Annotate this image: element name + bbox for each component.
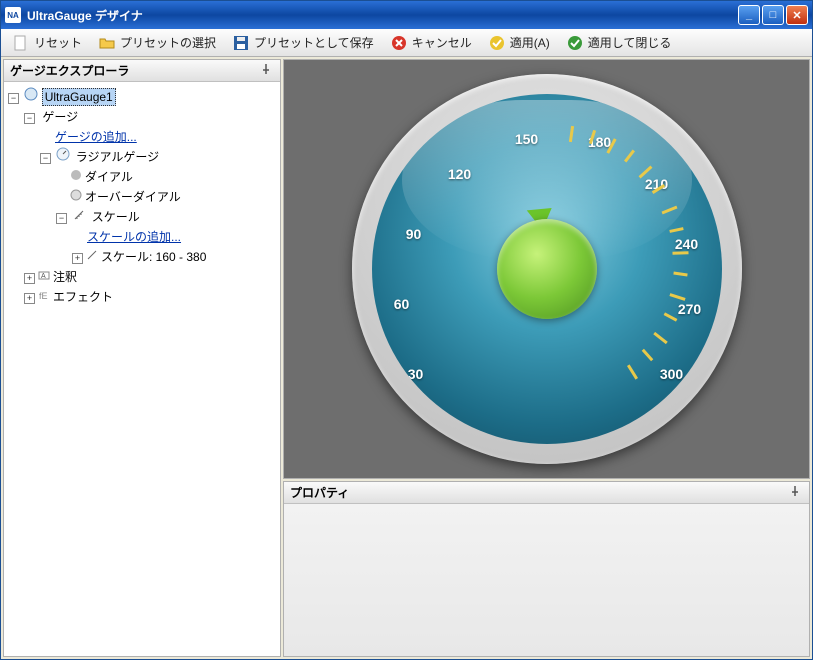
gauge-hub [497,219,597,319]
expander-icon[interactable]: − [24,113,35,124]
expander-icon[interactable]: − [8,93,19,104]
gauge-tick [669,227,683,233]
preset-save-label: プリセットとして保存 [254,34,374,51]
expander-icon[interactable]: + [24,293,35,304]
tree-root[interactable]: UltraGauge1 [42,88,116,106]
tree-annotations[interactable]: 注釈 [51,267,79,286]
maximize-button[interactable]: □ [762,5,784,25]
gauge-explorer-panel: ゲージエクスプローラ − UltraGauge1 − ゲージ [3,59,281,657]
gauge-tick [663,312,677,321]
gauge-label: 90 [406,226,422,242]
folder-open-icon [98,34,116,52]
effect-icon: fE [37,288,51,302]
scale-item-icon [85,248,99,262]
properties-header: プロパティ [284,482,809,504]
properties-title: プロパティ [290,484,349,501]
gauge-tick [626,364,637,379]
reset-label: リセット [34,34,82,51]
pin-icon[interactable] [789,485,803,499]
apply-close-button[interactable]: 適用して閉じる [559,31,679,55]
tree-scale[interactable]: スケール [90,207,142,226]
tree-radial-gauge[interactable]: ラジアルゲージ [74,147,161,166]
svg-text:fE: fE [39,291,48,301]
expander-icon[interactable]: + [24,273,35,284]
svg-text:A: A [41,273,46,280]
gauge-tick [624,150,635,163]
expander-icon[interactable]: − [56,213,67,224]
toolbar: リセット プリセットの選択 プリセットとして保存 キャンセル 適用(A) 適用し… [1,29,812,57]
titlebar[interactable]: NA UltraGauge デザイナ _ □ ✕ [1,1,812,29]
gauge-label: 150 [515,131,538,147]
content: ゲージエクスプローラ − UltraGauge1 − ゲージ [1,57,812,659]
app-icon: NA [5,7,21,23]
gauge-tick [641,349,653,361]
window-title: UltraGauge デザイナ [27,7,738,24]
right-pane: 30 60 90 120 150 180 210 240 270 300 [283,59,810,657]
radial-gauge-icon [56,147,70,161]
gauge-label: 240 [675,236,698,252]
gauge-label: 60 [394,296,410,312]
window: NA UltraGauge デザイナ _ □ ✕ リセット プリセットの選択 プ… [0,0,813,660]
explorer-header: ゲージエクスプローラ [4,60,280,82]
preset-load-label: プリセットの選択 [120,34,216,51]
preset-load-button[interactable]: プリセットの選択 [91,31,223,55]
tree-over-dial[interactable]: オーバーダイアル [83,187,183,206]
gauge-tick [673,272,687,277]
gauge-face: 30 60 90 120 150 180 210 240 270 300 [372,94,722,444]
gauge-preview[interactable]: 30 60 90 120 150 180 210 240 270 300 [283,59,810,479]
tree-dial[interactable]: ダイアル [83,167,135,186]
tree-add-scale[interactable]: スケールの追加... [85,227,183,246]
save-icon [232,34,250,52]
tree-add-gauge[interactable]: ゲージの追加... [53,127,139,146]
apply-close-icon [566,34,584,52]
close-button[interactable]: ✕ [786,5,808,25]
tree-gauge[interactable]: ゲージ [40,107,80,126]
gauge-tick [669,293,685,301]
scale-icon [72,208,86,222]
tree[interactable]: − UltraGauge1 − ゲージ ゲージの追加... − [4,82,280,656]
gauge-tick [568,126,573,142]
over-dial-icon [69,188,83,202]
annotation-icon: A [37,268,51,282]
apply-icon [488,34,506,52]
apply-button[interactable]: 適用(A) [481,31,557,55]
minimize-button[interactable]: _ [738,5,760,25]
tree-effects[interactable]: エフェクト [51,287,115,306]
gauge-label: 120 [448,166,471,182]
gauge-root-icon [24,87,38,101]
cancel-button[interactable]: キャンセル [383,31,479,55]
cancel-icon [390,34,408,52]
gauge-tick [653,332,667,344]
tree-scale-item[interactable]: スケール: 160 - 380 [99,247,208,266]
apply-close-label: 適用して閉じる [588,34,672,51]
reset-button[interactable]: リセット [5,31,89,55]
gauge-tick [672,251,688,255]
preset-save-button[interactable]: プリセットとして保存 [225,31,381,55]
explorer-title: ゲージエクスプローラ [10,62,129,79]
apply-label: 適用(A) [510,34,550,51]
cancel-label: キャンセル [412,34,472,51]
properties-panel: プロパティ [283,481,810,657]
expander-icon[interactable]: − [40,153,51,164]
dial-icon [69,168,83,182]
blank-page-icon [12,34,30,52]
expander-icon[interactable]: + [72,253,83,264]
gauge-label: 30 [408,366,424,382]
pin-icon[interactable] [260,63,274,77]
gauge-label: 270 [678,301,701,317]
gauge-tick [661,206,677,215]
gauge-label: 300 [660,366,683,382]
properties-body[interactable] [284,504,809,656]
gauge-bezel: 30 60 90 120 150 180 210 240 270 300 [352,74,742,464]
